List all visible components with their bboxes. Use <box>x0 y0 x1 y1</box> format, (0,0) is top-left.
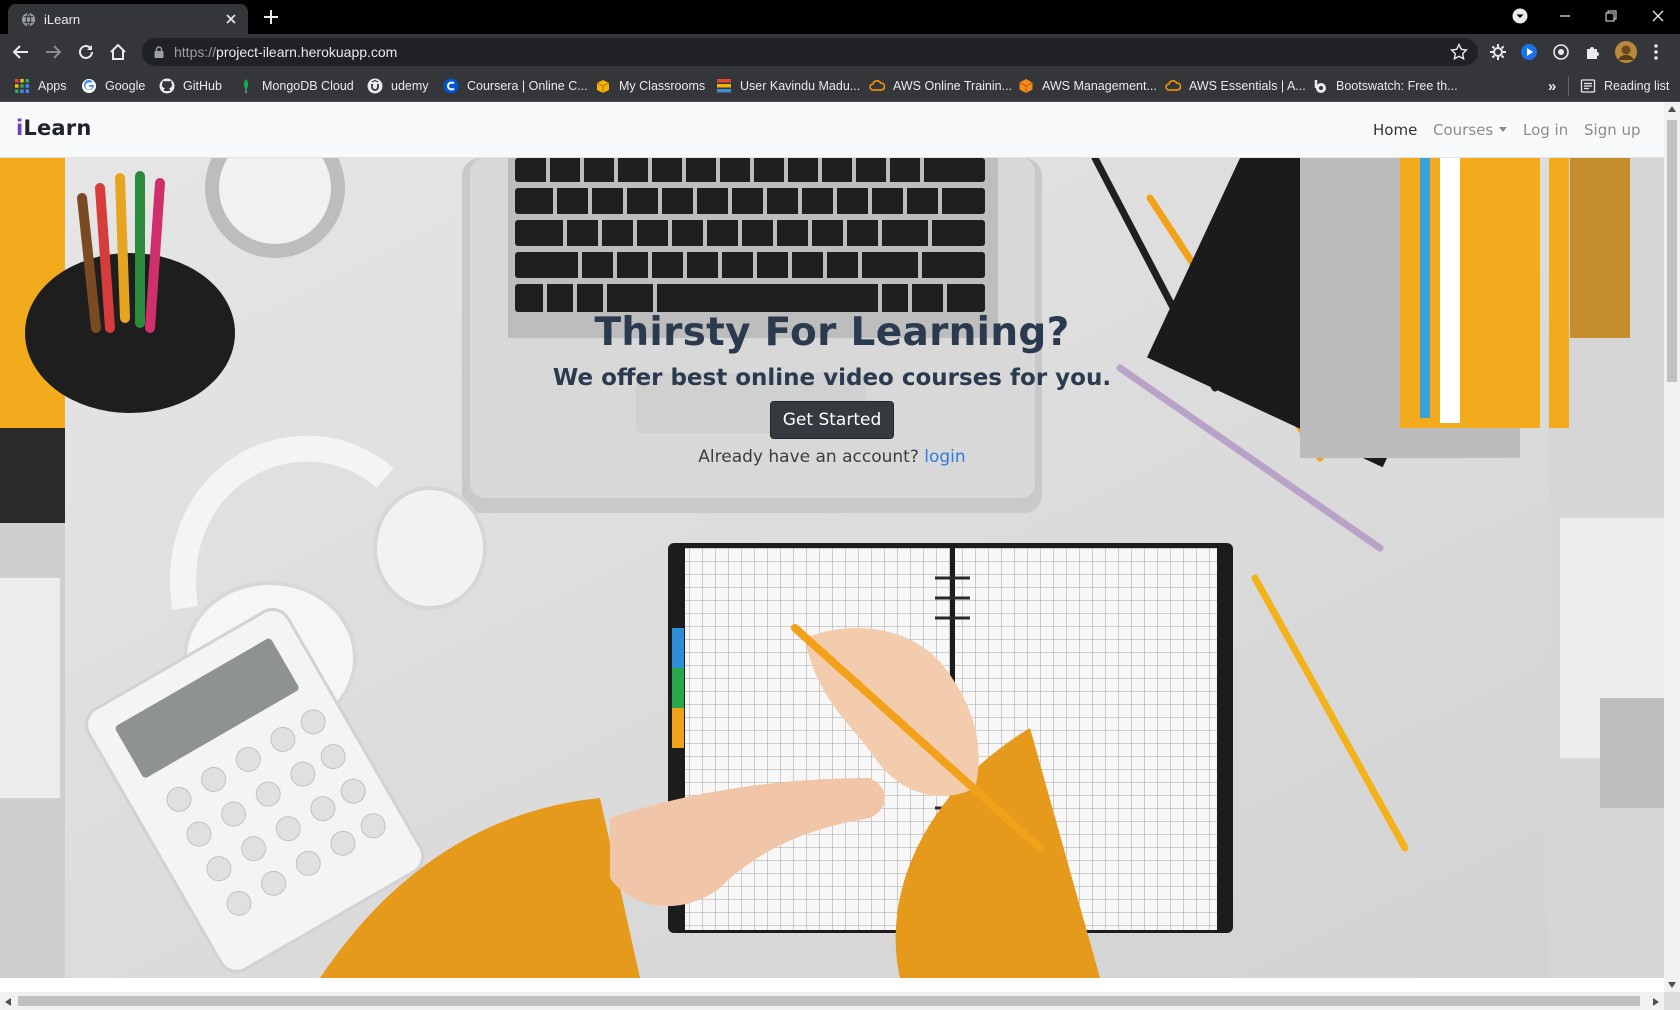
media-extension-icon[interactable] <box>1520 43 1538 61</box>
bookmark-github[interactable]: GitHub <box>159 76 222 96</box>
bookmarks-divider <box>1568 76 1569 96</box>
nav-signup-link[interactable]: Sign up <box>1584 121 1641 139</box>
nav-courses-dropdown[interactable]: Courses <box>1433 121 1508 139</box>
page-viewport: iLearn Home Courses Log in Sign up Thirs… <box>0 102 1664 992</box>
reload-icon[interactable] <box>76 42 96 62</box>
stackexchange-icon <box>716 78 732 94</box>
scroll-down-arrow-icon[interactable] <box>1668 982 1676 988</box>
bookmark-aws-management[interactable]: AWS Management... <box>1018 76 1157 96</box>
browser-tab[interactable]: iLearn <box>8 4 248 34</box>
udemy-icon <box>367 78 383 94</box>
more-bookmarks-button[interactable]: » <box>1548 76 1556 96</box>
bookmark-star-icon[interactable] <box>1450 43 1468 61</box>
nav-login-link[interactable]: Log in <box>1523 121 1568 139</box>
brand-logo[interactable]: iLearn <box>16 116 92 140</box>
bookmark-label: Coursera | Online C... <box>467 79 588 93</box>
hero-subtitle: We offer best online video courses for y… <box>552 365 1112 391</box>
account-prompt: Already have an account? login <box>0 447 1664 467</box>
bookmark-mongodb[interactable]: MongoDB Cloud <box>238 76 354 96</box>
address-bar[interactable]: https://project-ilearn.herokuapp.com <box>142 38 1478 66</box>
bookmark-label: GitHub <box>183 79 222 93</box>
bookmark-label: My Classrooms <box>619 79 706 93</box>
puzzle-extensions-icon[interactable] <box>1584 43 1602 61</box>
bookmark-udemy[interactable]: udemy <box>367 76 429 96</box>
aws-cloud-icon <box>1165 78 1181 94</box>
reading-list-icon <box>1580 78 1596 94</box>
globe-icon <box>21 12 36 27</box>
classroom-icon <box>595 78 611 94</box>
bookmark-apps[interactable]: Apps <box>14 76 67 96</box>
aws-cube-icon <box>1018 78 1034 94</box>
nav-courses-label: Courses <box>1433 121 1494 139</box>
nav-home-link[interactable]: Home <box>1373 121 1417 139</box>
vertical-scrollbar[interactable] <box>1664 102 1680 992</box>
hero-login-link[interactable]: login <box>924 447 965 467</box>
reading-list-label: Reading list <box>1604 79 1670 93</box>
brand-text: Learn <box>23 116 92 140</box>
hero-content: Thirsty For Learning? We offer best onli… <box>0 310 1664 467</box>
coursera-icon <box>443 78 459 94</box>
bookmark-aws-essentials[interactable]: AWS Essentials | A... <box>1165 76 1306 96</box>
bookmark-google[interactable]: Google <box>81 76 145 96</box>
bookmarks-bar: Apps Google GitHub MongoDB Cloud udemy C… <box>0 70 1680 102</box>
close-tab-icon[interactable] <box>223 11 239 27</box>
horizontal-scrollbar[interactable] <box>0 992 1664 1010</box>
home-icon[interactable] <box>108 42 128 62</box>
caret-down-icon <box>1499 127 1508 132</box>
back-icon[interactable] <box>11 42 31 62</box>
vertical-scroll-thumb[interactable] <box>1667 120 1677 382</box>
bookmark-label: MongoDB Cloud <box>262 79 354 93</box>
bookmark-user-kavindu[interactable]: User Kavindu Madu... <box>716 76 860 96</box>
bookmark-coursera[interactable]: Coursera | Online C... <box>443 76 588 96</box>
hero-section: Thirsty For Learning? We offer best onli… <box>0 158 1664 978</box>
bookmark-label: AWS Essentials | A... <box>1189 79 1306 93</box>
bookmark-bootswatch[interactable]: Bootswatch: Free th... <box>1312 76 1458 96</box>
new-tab-icon[interactable] <box>262 8 280 26</box>
forward-icon[interactable] <box>43 42 63 62</box>
apps-grid-icon <box>14 78 30 94</box>
record-extension-icon[interactable] <box>1552 43 1570 61</box>
google-icon <box>81 78 97 94</box>
bookmark-label: Apps <box>38 79 67 93</box>
tab-search-icon[interactable] <box>1512 8 1528 24</box>
horizontal-scroll-thumb[interactable] <box>18 996 1640 1006</box>
bookmark-label: User Kavindu Madu... <box>740 79 861 93</box>
bookmark-my-classrooms[interactable]: My Classrooms <box>595 76 705 96</box>
restore-icon[interactable] <box>1603 8 1619 24</box>
tab-title: iLearn <box>44 12 81 27</box>
account-prompt-text: Already have an account? <box>698 447 919 467</box>
browser-menu-icon[interactable] <box>1652 43 1660 61</box>
scroll-right-arrow-icon[interactable] <box>1653 998 1659 1006</box>
reading-list-button[interactable]: Reading list <box>1580 76 1669 96</box>
scrollbar-corner <box>1664 992 1680 1010</box>
site-navbar: iLearn Home Courses Log in Sign up <box>0 102 1664 158</box>
minimize-icon[interactable] <box>1557 8 1573 24</box>
url-text: https://project-ilearn.herokuapp.com <box>174 44 398 60</box>
bootswatch-icon <box>1312 78 1328 94</box>
hero-background-image <box>0 158 1664 978</box>
browser-toolbar: https://project-ilearn.herokuapp.com <box>0 34 1680 70</box>
lock-icon <box>154 46 164 58</box>
scroll-left-arrow-icon[interactable] <box>5 998 11 1006</box>
aws-cloud-icon <box>869 78 885 94</box>
hero-title: Thirsty For Learning? <box>594 310 1070 355</box>
bookmark-label: Bootswatch: Free th... <box>1336 79 1458 93</box>
scroll-up-arrow-icon[interactable] <box>1668 106 1676 112</box>
bookmark-aws-online-training[interactable]: AWS Online Trainin... <box>869 76 1012 96</box>
extension-settings-icon[interactable] <box>1489 43 1507 61</box>
get-started-button[interactable]: Get Started <box>769 401 895 439</box>
bookmark-label: udemy <box>391 79 429 93</box>
github-icon <box>159 78 175 94</box>
bookmark-label: AWS Management... <box>1042 79 1157 93</box>
profile-avatar-icon[interactable] <box>1615 41 1637 63</box>
bookmark-label: Google <box>105 79 146 93</box>
close-window-icon[interactable] <box>1650 8 1666 24</box>
bookmark-label: AWS Online Trainin... <box>893 79 1013 93</box>
tab-strip: iLearn <box>0 0 1680 34</box>
mongodb-leaf-icon <box>238 78 254 94</box>
